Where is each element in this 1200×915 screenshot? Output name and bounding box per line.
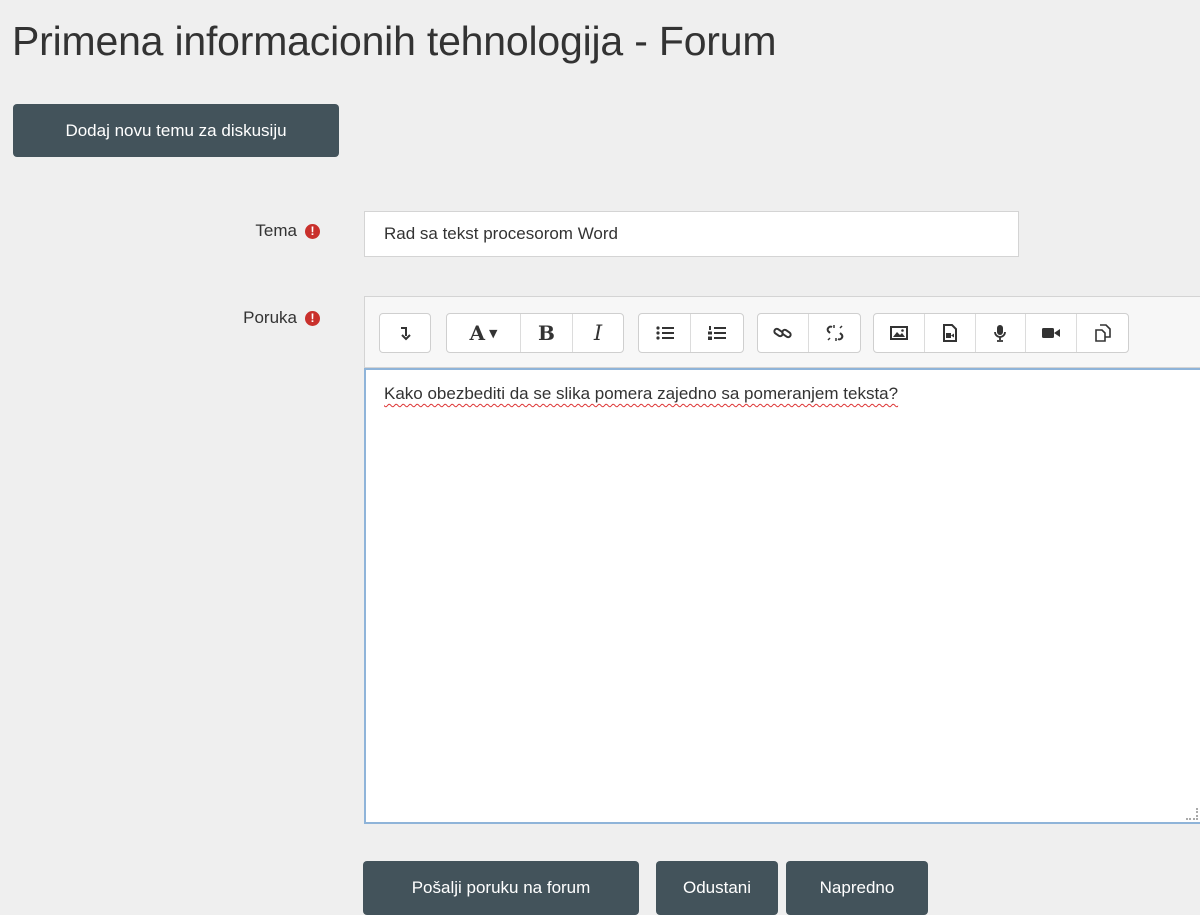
manage-files-icon[interactable] [1077, 314, 1128, 352]
unordered-list-icon[interactable] [639, 314, 691, 352]
resize-handle[interactable] [1186, 808, 1198, 820]
italic-icon[interactable]: I [573, 314, 623, 352]
message-content: Kako obezbediti da se slika pomera zajed… [384, 384, 899, 403]
submit-button[interactable]: Pošalji poruku na forum [363, 861, 639, 915]
image-icon[interactable] [874, 314, 925, 352]
editor-toolbar: A ▼ B I [364, 296, 1200, 368]
message-editor: A ▼ B I Kako obezbediti da se slika pome… [364, 296, 1200, 824]
audio-record-icon[interactable] [976, 314, 1027, 352]
video-record-icon[interactable] [1026, 314, 1078, 352]
message-label-wrap: Poruka ! [243, 308, 320, 328]
toolbar-group-expand [379, 313, 431, 353]
toolbar-group-media [873, 313, 1129, 353]
toolbar-group-links [757, 313, 861, 353]
font-style-icon[interactable]: A ▼ [447, 314, 521, 352]
page-title: Primena informacionih tehnologija - Foru… [12, 18, 777, 64]
advanced-button[interactable]: Napredno [786, 861, 928, 915]
subject-label-wrap: Tema ! [255, 221, 320, 241]
cancel-button[interactable]: Odustani [656, 861, 778, 915]
subject-label: Tema [255, 221, 297, 240]
ordered-list-icon[interactable] [691, 314, 743, 352]
message-content-area[interactable]: Kako obezbediti da se slika pomera zajed… [364, 368, 1200, 824]
required-icon: ! [305, 223, 320, 239]
required-icon: ! [305, 310, 320, 326]
toolbar-group-style: A ▼ B I [446, 313, 624, 353]
unlink-icon[interactable] [809, 314, 860, 352]
toolbar-group-lists [638, 313, 744, 353]
expand-toolbar-icon[interactable] [380, 314, 430, 352]
bold-icon[interactable]: B [521, 314, 573, 352]
subject-input[interactable] [364, 211, 1019, 257]
add-topic-button[interactable]: Dodaj novu temu za diskusiju [13, 104, 339, 157]
message-label: Poruka [243, 308, 297, 327]
media-icon[interactable] [925, 314, 976, 352]
link-icon[interactable] [758, 314, 809, 352]
